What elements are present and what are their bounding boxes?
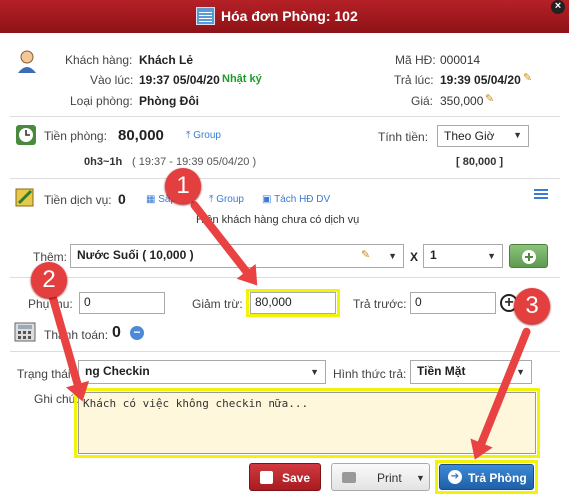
upload-icon: ⤒	[209, 194, 214, 205]
upload-icon: ⤒	[186, 130, 191, 141]
annotation-badge-1: 1	[165, 168, 201, 204]
customer-label: Khách hàng:	[65, 53, 133, 67]
floppy-icon	[260, 471, 273, 484]
chevron-down-icon: ▼	[516, 367, 525, 377]
save-button[interactable]: Save	[249, 463, 321, 491]
time-range: ( 19:37 - 19:39 05/04/20 )	[132, 156, 257, 168]
annotation-badge-2: 2	[31, 262, 67, 298]
room-fee-label: Tiền phòng:	[44, 129, 107, 143]
divider	[10, 351, 560, 352]
checkout-time-value: 19:39 05/04/20	[440, 73, 521, 87]
price-label: Giá:	[411, 94, 434, 108]
checkout-button[interactable]: ➔ Trả Phòng	[439, 464, 534, 490]
split-icon: ▣	[262, 194, 272, 205]
room-fee-value: 80,000	[118, 127, 164, 144]
checkout-time-label: Trả lúc:	[394, 73, 434, 87]
service-fee-label: Tiền dịch vụ:	[44, 193, 112, 207]
annotation-badge-3: 3	[514, 288, 550, 324]
invoice-id-label: Mã HĐ:	[395, 53, 436, 67]
checkin-label: Vào lúc:	[90, 73, 134, 87]
hamburger-menu-icon[interactable]	[534, 188, 548, 200]
status-label: Trạng thái:	[17, 367, 74, 381]
payment-value: 0	[112, 324, 121, 341]
chevron-down-icon: ▼	[388, 251, 397, 261]
times-label: X	[410, 250, 419, 264]
divider	[10, 178, 560, 179]
discount-label: Giảm trừ:	[192, 297, 243, 311]
add-service-button[interactable]	[509, 244, 548, 268]
room-type-value: Phòng Đôi	[139, 94, 199, 108]
invoice-icon	[196, 7, 215, 25]
room-group-link[interactable]: ⤒ Group	[186, 130, 221, 141]
minus-circle-icon[interactable]: −	[130, 326, 144, 340]
title-bar: Hóa đơn Phòng: 102	[0, 0, 569, 33]
prepaid-label: Trả trước:	[353, 297, 407, 311]
quantity-select[interactable]: 1 ▼	[423, 244, 503, 268]
invoice-id-value: 000014	[440, 53, 481, 67]
discount-input[interactable]: 80,000	[250, 292, 336, 314]
payment-label: Thanh toán:	[44, 328, 109, 342]
clock-icon	[15, 124, 37, 146]
dialog-title: Hóa đơn Phòng: 102	[221, 8, 358, 24]
edit-checkout-pencil-icon[interactable]: ✎	[523, 71, 535, 84]
plus-icon	[522, 250, 536, 264]
annotation-arrow-1	[188, 199, 255, 281]
service-fee-value: 0	[118, 191, 126, 207]
close-icon[interactable]: ×	[551, 0, 565, 14]
chevron-down-icon: ▼	[487, 251, 496, 261]
arrow-right-icon: ➔	[448, 470, 462, 484]
chevron-down-icon: ▼	[416, 473, 425, 483]
room-subtotal: [ 80,000 ]	[456, 156, 504, 168]
user-avatar-icon	[16, 50, 38, 74]
prepaid-input[interactable]: 0	[410, 292, 496, 314]
service-edit-icon	[14, 186, 36, 208]
customer-value: Khách Lẻ	[139, 53, 194, 67]
checkin-value: 19:37 05/04/20	[139, 73, 220, 87]
log-link[interactable]: Nhật ký	[222, 73, 262, 85]
calc-mode-label: Tính tiền:	[378, 130, 429, 144]
surcharge-input[interactable]: 0	[79, 292, 165, 314]
calculator-icon	[14, 322, 36, 342]
no-service-message: Hiện khách hàng chưa có dịch vụ	[196, 214, 360, 226]
calc-mode-select[interactable]: Theo Giờ ▼	[437, 125, 529, 147]
printer-icon	[342, 472, 356, 483]
divider	[10, 116, 560, 117]
duration-value: 0h3~1h	[84, 156, 123, 168]
sort-icon: ▦	[146, 194, 156, 205]
edit-price-pencil-icon[interactable]: ✎	[485, 92, 497, 105]
print-button[interactable]: Print ▼	[331, 463, 430, 491]
price-value: 350,000	[440, 94, 484, 108]
chevron-down-icon: ▼	[310, 367, 319, 377]
pencil-icon: ✎	[361, 249, 371, 261]
divider	[10, 277, 560, 278]
status-select[interactable]: ng Checkin ▼	[78, 360, 326, 384]
service-group-link[interactable]: ⤒ Group	[209, 194, 244, 205]
pay-method-label: Hình thức trả:	[333, 367, 407, 381]
split-invoice-link[interactable]: ▣ Tách HĐ DV	[262, 194, 330, 205]
room-type-label: Loại phòng:	[70, 94, 133, 108]
chevron-down-icon: ▼	[513, 130, 522, 140]
